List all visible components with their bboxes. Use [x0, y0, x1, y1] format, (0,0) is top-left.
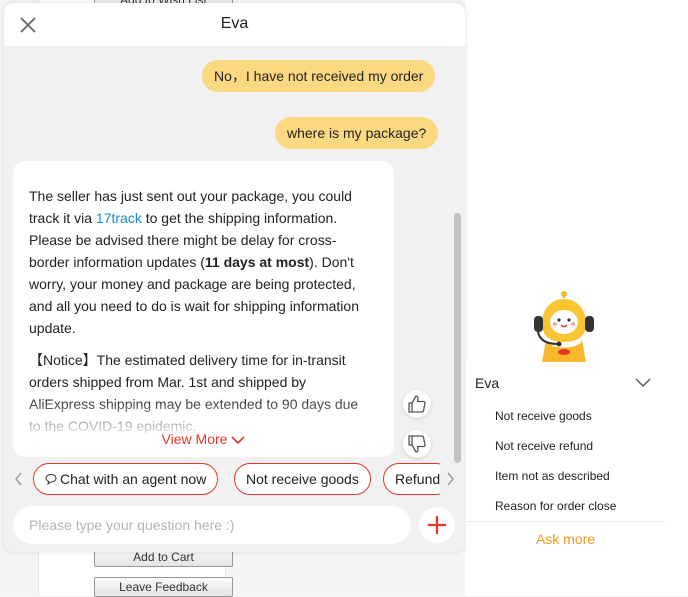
chat-window: Eva No，I have not received my order wher… [4, 3, 465, 552]
chat-bubble-icon [45, 473, 57, 486]
ask-more-button[interactable]: Ask more [466, 531, 665, 547]
view-more-label: View More [161, 431, 228, 447]
quick-menu-item[interactable]: Not receive goods [495, 409, 592, 423]
divider [466, 521, 665, 522]
bot-text-bold: 11 days at most [204, 254, 310, 270]
chips-viewport: Chat with an agent now Not receive goods… [30, 461, 440, 499]
chip-refund[interactable]: Refund [383, 463, 440, 495]
quick-reply-row: Chat with an agent now Not receive goods… [4, 461, 465, 499]
text-fade [13, 397, 394, 457]
user-message: where is my package? [275, 117, 439, 149]
user-message: No，I have not received my order [202, 60, 436, 92]
chip-label: Refund [395, 471, 440, 487]
chip-label: Chat with an agent now [60, 471, 207, 487]
quick-menu-item[interactable]: Item not as described [495, 469, 610, 483]
scrollbar-thumb[interactable] [454, 213, 461, 463]
thumbs-up-icon [408, 395, 426, 413]
chevron-down-icon[interactable] [634, 374, 652, 390]
robot-mascot-icon[interactable] [528, 290, 600, 362]
quick-menu-item[interactable]: Reason for order close [495, 499, 616, 513]
17track-link[interactable]: 17track [96, 210, 142, 226]
message-input[interactable] [13, 506, 411, 544]
quick-menu-item[interactable]: Not receive refund [495, 439, 593, 453]
attach-button[interactable] [419, 507, 455, 543]
thumbs-down-icon [408, 435, 426, 453]
plus-icon [428, 516, 446, 534]
chip-label: Not receive goods [246, 471, 359, 487]
chat-title: Eva [220, 15, 249, 32]
chevron-down-icon [231, 436, 246, 445]
thumbs-up-button[interactable] [403, 390, 431, 418]
view-more-button[interactable]: View More [13, 431, 394, 447]
chevron-left-icon[interactable] [13, 471, 25, 487]
thumbs-down-button[interactable] [403, 430, 431, 458]
chip-not-receive-goods[interactable]: Not receive goods [234, 463, 371, 495]
bot-message-card: The seller has just sent out your packag… [13, 161, 394, 457]
quick-menu: Eva Not receive goods Not receive refund… [466, 362, 665, 556]
leave-feedback-button[interactable]: Leave Feedback [94, 577, 233, 597]
quick-menu-title: Eva [475, 375, 500, 391]
chat-header: Eva [4, 3, 465, 47]
chevron-right-icon[interactable] [444, 471, 456, 487]
chip-chat-agent[interactable]: Chat with an agent now [33, 463, 219, 495]
